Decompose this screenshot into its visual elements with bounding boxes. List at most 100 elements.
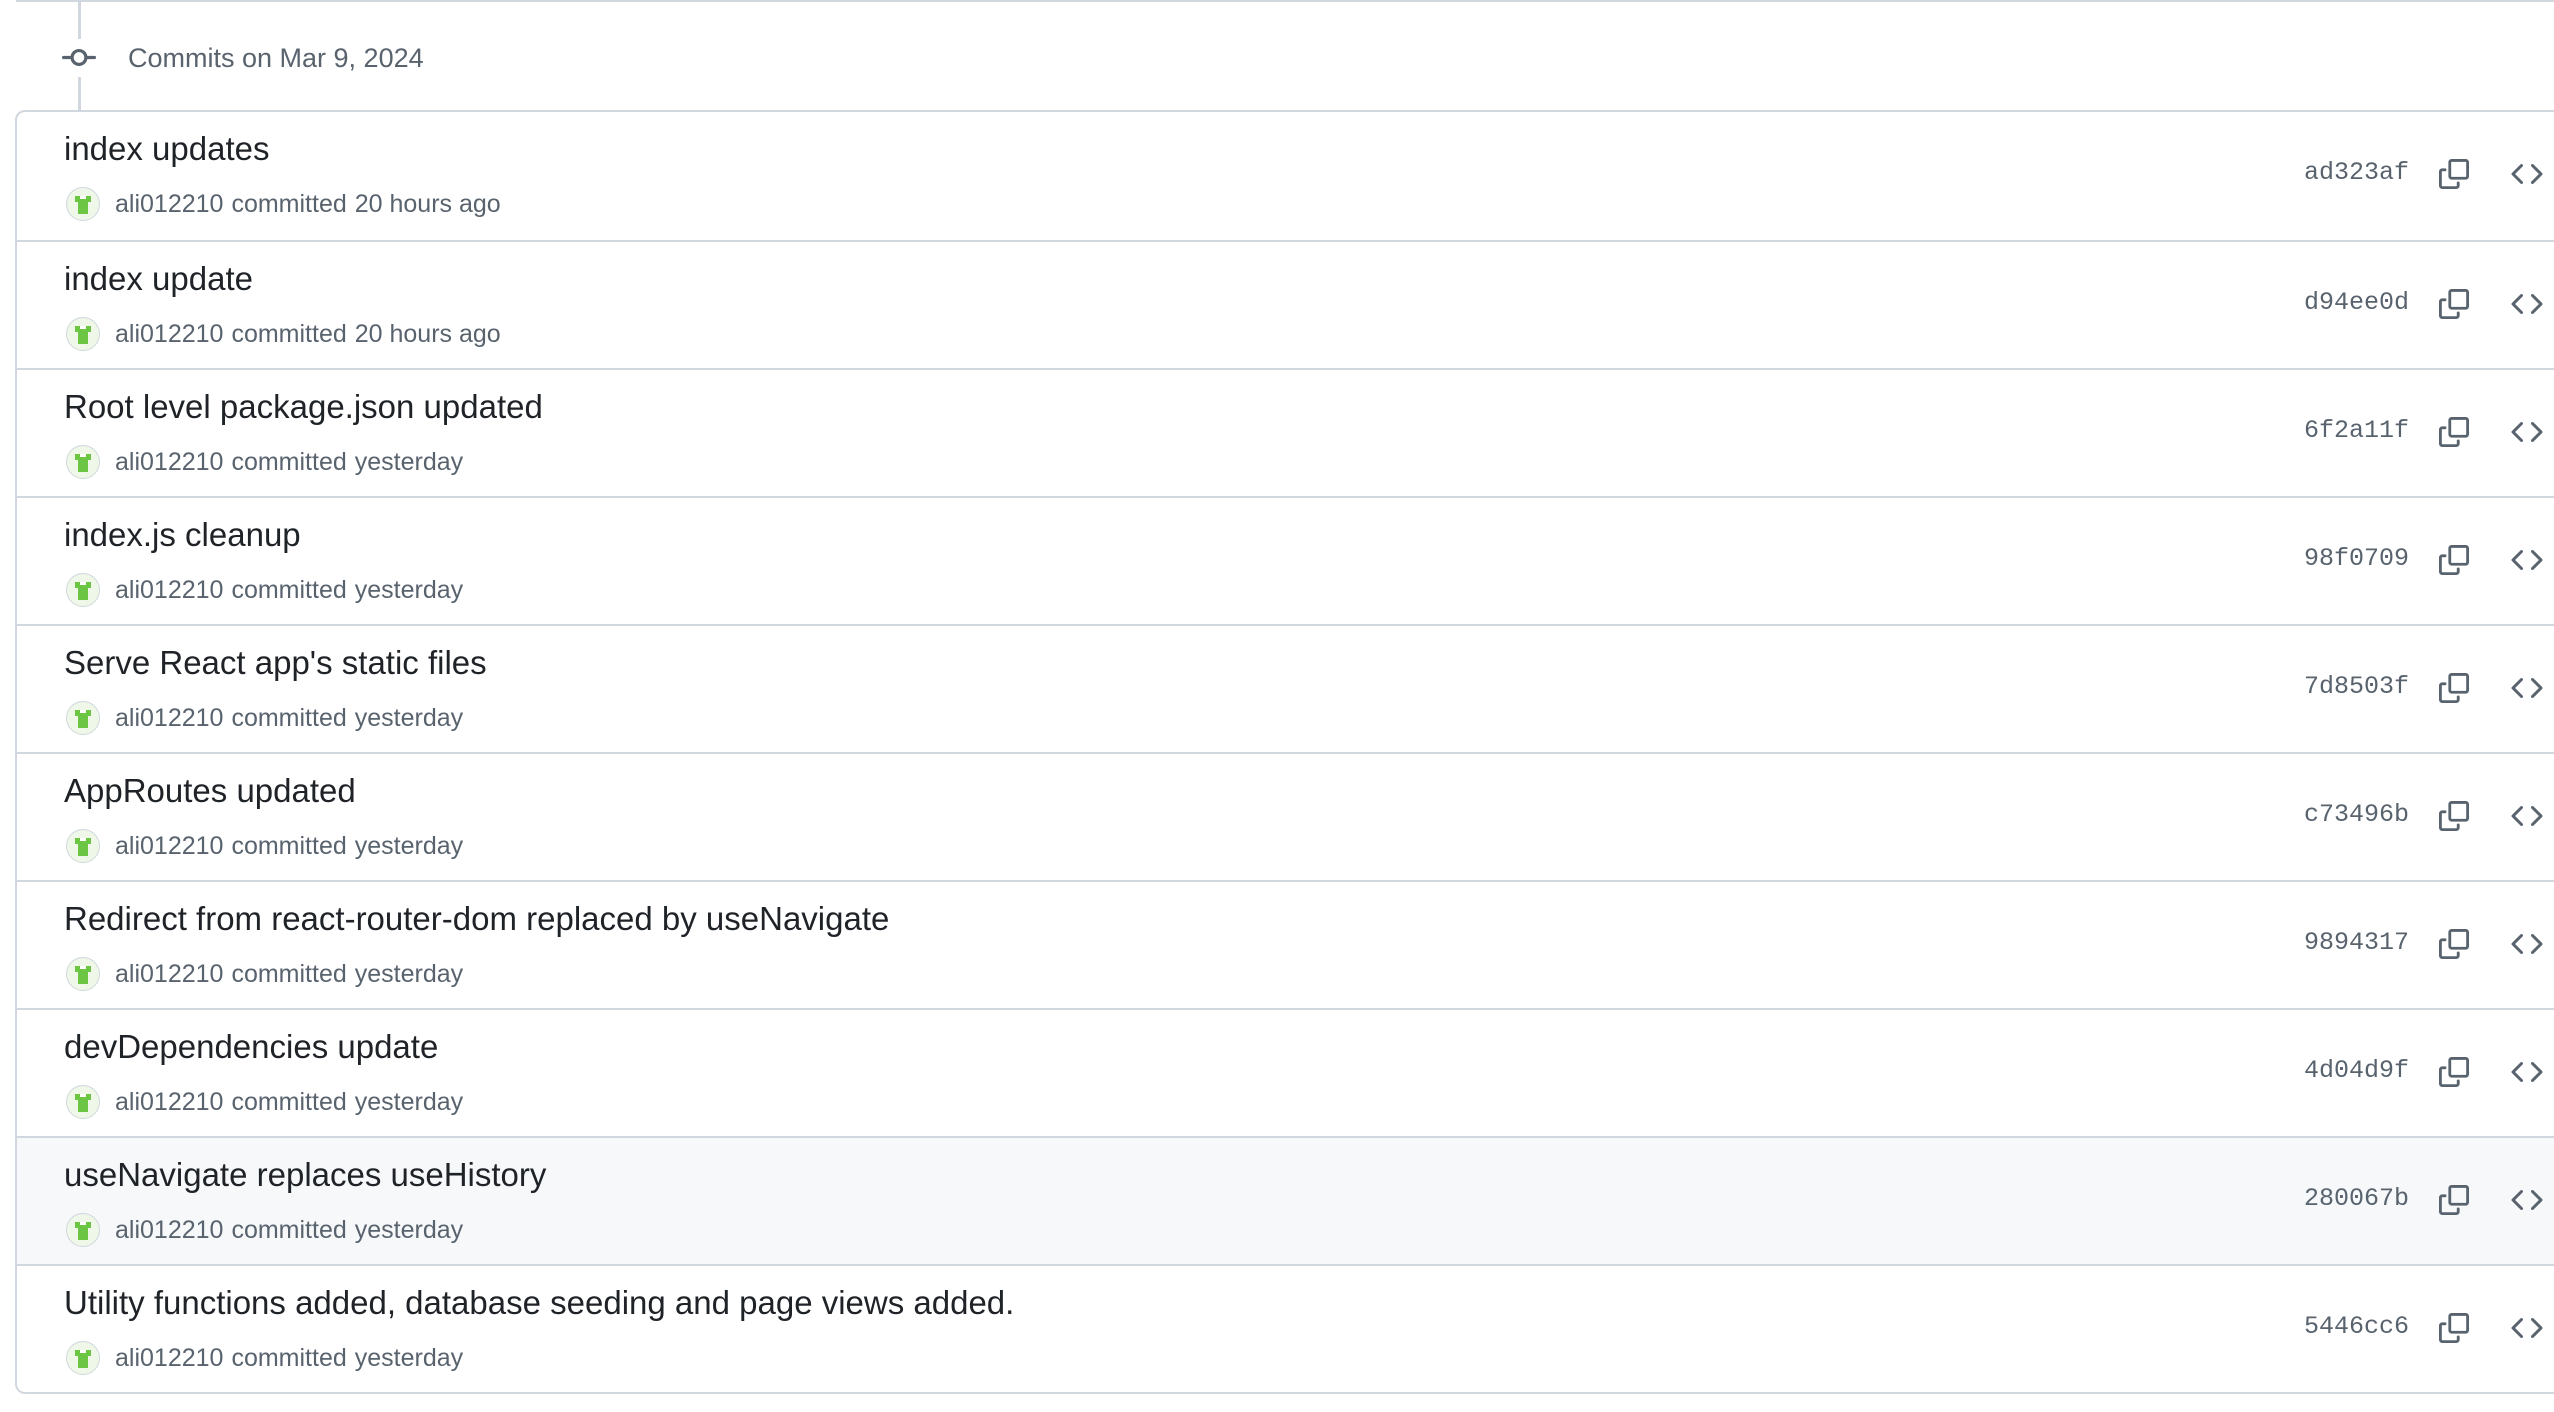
commit-title-link[interactable]: useNavigate replaces useHistory [64,1156,546,1194]
commit-author[interactable]: ali012210 [115,1216,223,1245]
commit-row[interactable]: Serve React app's static files ali012210 c… [17,624,2554,752]
avatar[interactable] [66,701,100,735]
commit-title-link[interactable]: Serve React app's static files [64,644,487,682]
code-icon [2511,544,2543,576]
commit-author[interactable]: ali012210 [115,704,223,733]
copy-sha-button[interactable] [2432,538,2476,582]
commit-title-link[interactable]: Redirect from react-router-dom replaced … [64,900,889,938]
copy-sha-button[interactable] [2432,1050,2476,1094]
commit-time: yesterday [354,831,464,860]
commit-meta: ali012210 committed yesterday [66,828,463,864]
commit-row[interactable]: devDependencies update ali012210 committed… [17,1008,2554,1136]
committed-label: committed [231,575,347,604]
browse-repository-button[interactable] [2505,1050,2549,1094]
copy-sha-button[interactable] [2432,666,2476,710]
commit-title-link[interactable]: index.js cleanup [64,516,301,554]
copy-sha-button[interactable] [2432,794,2476,838]
browse-repository-button[interactable] [2505,410,2549,454]
commit-meta: ali012210 committed yesterday [66,1340,463,1376]
commit-time: yesterday [354,1343,464,1372]
commit-meta: ali012210 committed yesterday [66,1084,463,1120]
commit-title-link[interactable]: index updates [64,130,270,168]
copy-icon [2439,159,2469,189]
commit-meta: ali012210 committed yesterday [66,1212,463,1248]
commit-row[interactable]: Redirect from react-router-dom replaced … [17,880,2554,1008]
copy-sha-button[interactable] [2432,410,2476,454]
commit-sha-link[interactable]: 4d04d9f [2304,1056,2409,1085]
commit-author[interactable]: ali012210 [115,1344,223,1373]
committed-label: committed [231,447,347,476]
browse-repository-button[interactable] [2505,794,2549,838]
commit-time: yesterday [354,1087,464,1116]
commit-title-link[interactable]: Root level package.json updated [64,388,543,426]
avatar[interactable] [66,1085,100,1119]
code-icon [2511,1312,2543,1344]
commit-sha-link[interactable]: 98f0709 [2304,544,2409,573]
commit-author[interactable]: ali012210 [115,320,223,349]
code-icon [2511,800,2543,832]
commit-sha-link[interactable]: 7d8503f [2304,672,2409,701]
browse-repository-button[interactable] [2505,1306,2549,1350]
commit-time: yesterday [354,959,464,988]
avatar[interactable] [66,829,100,863]
commit-row[interactable]: index update ali012210 committed 20 hours a… [17,240,2554,368]
commit-author[interactable]: ali012210 [115,832,223,861]
copy-sha-button[interactable] [2432,1306,2476,1350]
commit-meta: ali012210 committed yesterday [66,444,463,480]
browse-repository-button[interactable] [2505,1178,2549,1222]
commit-row[interactable]: useNavigate replaces useHistory ali012210… [17,1136,2554,1264]
commit-author[interactable]: ali012210 [115,960,223,989]
commit-time: 20 hours ago [354,189,501,218]
committed-label: committed [231,831,347,860]
commit-sha-link[interactable]: ad323af [2304,158,2409,187]
copy-icon [2439,1057,2469,1087]
commit-list: index updates ali012210 committed 20 hours … [15,110,2554,1394]
commit-sha-link[interactable]: 6f2a11f [2304,416,2409,445]
avatar[interactable] [66,317,100,351]
commit-row[interactable]: Root level package.json updated ali012210… [17,368,2554,496]
commit-title-link[interactable]: Utility functions added, database seedin… [64,1284,1014,1322]
code-icon [2511,672,2543,704]
copy-sha-button[interactable] [2432,1178,2476,1222]
avatar[interactable] [66,1341,100,1375]
avatar[interactable] [66,957,100,991]
commit-row[interactable]: index updates ali012210 committed 20 hours … [17,112,2554,240]
browse-repository-button[interactable] [2505,666,2549,710]
commit-author[interactable]: ali012210 [115,448,223,477]
avatar[interactable] [66,445,100,479]
commit-title-link[interactable]: index update [64,260,253,298]
commit-title-link[interactable]: devDependencies update [64,1028,438,1066]
commit-sha-link[interactable]: 5446cc6 [2304,1312,2409,1341]
browse-repository-button[interactable] [2505,538,2549,582]
copy-sha-button[interactable] [2432,282,2476,326]
copy-sha-button[interactable] [2432,922,2476,966]
avatar[interactable] [66,573,100,607]
copy-icon [2439,417,2469,447]
commit-title-link[interactable]: AppRoutes updated [64,772,356,810]
browse-repository-button[interactable] [2505,922,2549,966]
commit-meta: ali012210 committed yesterday [66,572,463,608]
committed-label: committed [231,1343,347,1372]
commit-sha-link[interactable]: 280067b [2304,1184,2409,1213]
avatar[interactable] [66,187,100,221]
copy-icon [2439,1313,2469,1343]
copy-icon [2439,801,2469,831]
copy-icon [2439,673,2469,703]
commit-author[interactable]: ali012210 [115,576,223,605]
commit-row[interactable]: Utility functions added, database seedin… [17,1264,2554,1392]
commit-row[interactable]: AppRoutes updated ali012210 committed yeste… [17,752,2554,880]
copy-sha-button[interactable] [2432,152,2476,196]
commit-group-header: Commits on Mar 9, 2024 [60,30,424,86]
browse-repository-button[interactable] [2505,282,2549,326]
top-divider [16,0,2554,2]
committed-label: committed [231,1087,347,1116]
commit-author[interactable]: ali012210 [115,1088,223,1117]
browse-repository-button[interactable] [2505,152,2549,196]
commit-sha-link[interactable]: 9894317 [2304,928,2409,957]
commit-row[interactable]: index.js cleanup ali012210 committed yester… [17,496,2554,624]
commit-sha-link[interactable]: c73496b [2304,800,2409,829]
commit-author[interactable]: ali012210 [115,190,223,219]
commit-sha-link[interactable]: d94ee0d [2304,288,2409,317]
avatar[interactable] [66,1213,100,1247]
committed-label: committed [231,189,347,218]
